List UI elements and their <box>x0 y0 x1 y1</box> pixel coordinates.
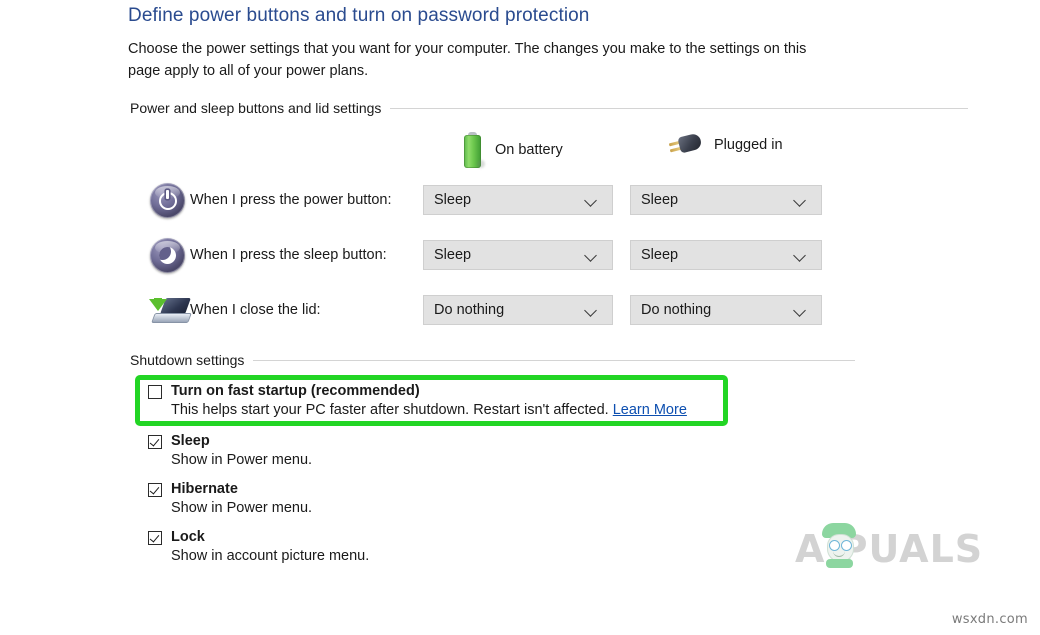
checkbox-fast-startup-description: This helps start your PC faster after sh… <box>171 402 687 418</box>
dropdown-close-lid-plugged-in[interactable]: Do nothing <box>630 295 822 325</box>
appuals-watermark: A PUALS <box>795 523 983 571</box>
group-header-shutdown-settings-label: Shutdown settings <box>130 352 245 368</box>
checkbox-lock[interactable] <box>148 531 162 545</box>
battery-icon <box>463 132 485 168</box>
column-header-plugged-in-label: Plugged in <box>714 137 783 153</box>
group-header-power-sleep: Power and sleep buttons and lid settings <box>130 100 969 116</box>
dropdown-value: Sleep <box>434 247 472 263</box>
dropdown-sleep-button-plugged-in[interactable]: Sleep <box>630 240 822 270</box>
column-header-plugged-in: Plugged in <box>668 132 783 158</box>
dropdown-close-lid-on-battery[interactable]: Do nothing <box>423 295 613 325</box>
dropdown-power-button-plugged-in[interactable]: Sleep <box>630 185 822 215</box>
checkbox-item-lock: Lock Show in account picture menu. <box>148 529 369 564</box>
dropdown-value: Sleep <box>434 192 472 208</box>
checkbox-sleep-label: Sleep <box>171 433 210 449</box>
chevron-down-icon <box>793 248 807 262</box>
page-title: Define power buttons and turn on passwor… <box>128 5 590 26</box>
setting-row-sleep-button: When I press the sleep button: <box>148 235 452 275</box>
chevron-down-icon <box>584 303 598 317</box>
power-plug-icon <box>668 132 703 158</box>
setting-row-power-button: When I press the power button: <box>148 180 452 220</box>
page-description: Choose the power settings that you want … <box>128 41 807 79</box>
chevron-down-icon <box>584 193 598 207</box>
group-divider-line <box>390 107 969 109</box>
setting-row-close-lid-label: When I close the lid: <box>190 302 321 318</box>
dropdown-value: Sleep <box>641 247 679 263</box>
group-divider-line <box>253 359 856 361</box>
checkbox-item-hibernate: Hibernate Show in Power menu. <box>148 481 312 516</box>
dropdown-value: Do nothing <box>434 302 505 318</box>
checkbox-hibernate-label: Hibernate <box>171 481 238 497</box>
checkbox-hibernate[interactable] <box>148 483 162 497</box>
checkbox-item-fast-startup: Turn on fast startup (recommended) This … <box>148 383 687 418</box>
setting-row-close-lid: When I close the lid: <box>148 290 452 330</box>
checkbox-fast-startup-label: Turn on fast startup (recommended) <box>171 383 420 399</box>
laptop-lid-icon <box>148 290 192 330</box>
checkbox-fast-startup[interactable] <box>148 385 162 399</box>
column-header-on-battery: On battery <box>463 132 563 168</box>
dropdown-power-button-on-battery[interactable]: Sleep <box>423 185 613 215</box>
dropdown-sleep-button-on-battery[interactable]: Sleep <box>423 240 613 270</box>
checkbox-item-sleep: Sleep Show in Power menu. <box>148 433 312 468</box>
chevron-down-icon <box>793 193 807 207</box>
chevron-down-icon <box>793 303 807 317</box>
power-button-icon <box>148 180 190 220</box>
appuals-mascot-icon <box>820 523 862 569</box>
sleep-button-icon <box>148 235 190 275</box>
checkbox-hibernate-description: Show in Power menu. <box>171 500 313 516</box>
learn-more-link[interactable]: Learn More <box>613 402 687 418</box>
dropdown-value: Sleep <box>641 192 679 208</box>
column-header-on-battery-label: On battery <box>495 142 563 158</box>
group-header-shutdown-settings: Shutdown settings <box>130 352 856 368</box>
checkbox-lock-label: Lock <box>171 529 205 545</box>
setting-row-sleep-button-label: When I press the sleep button: <box>190 247 387 263</box>
dropdown-value: Do nothing <box>641 302 712 318</box>
site-credit-text: wsxdn.com <box>951 612 1028 627</box>
checkbox-lock-description: Show in account picture menu. <box>171 548 370 564</box>
description-text: This helps start your PC faster after sh… <box>171 402 609 418</box>
checkbox-sleep[interactable] <box>148 435 162 449</box>
chevron-down-icon <box>584 248 598 262</box>
group-header-power-sleep-label: Power and sleep buttons and lid settings <box>130 100 382 116</box>
setting-row-power-button-label: When I press the power button: <box>190 192 392 208</box>
checkbox-sleep-description: Show in Power menu. <box>171 452 313 468</box>
